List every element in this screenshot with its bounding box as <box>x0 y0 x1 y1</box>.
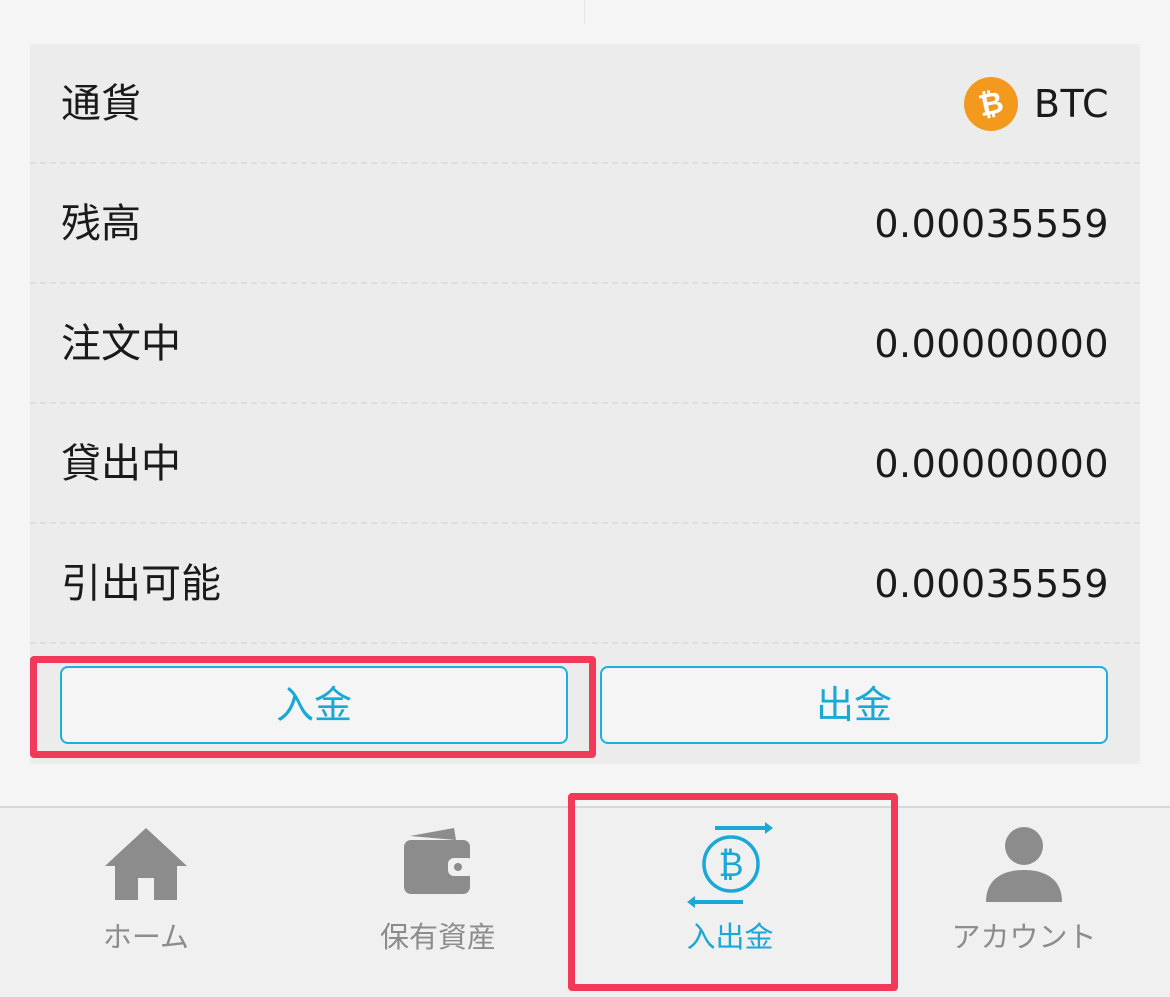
lending-label: 貸出中 <box>61 441 181 487</box>
home-icon <box>105 828 187 900</box>
tab-home[interactable]: ホーム <box>0 808 292 997</box>
balance-label: 残高 <box>61 201 141 247</box>
bitcoin-icon: ₿ <box>958 71 1023 137</box>
in-order-label: 注文中 <box>61 321 181 367</box>
withdrawable-value: 0.00035559 <box>874 562 1109 606</box>
balance-card: 通貨 ₿ BTC 残高 0.00035559 注文中 0.00000000 貸出… <box>30 44 1140 764</box>
balance-value: 0.00035559 <box>874 202 1109 246</box>
currency-value-group: ₿ BTC <box>958 44 1109 164</box>
tab-transfer[interactable]: ₿ 入出金 <box>584 808 876 997</box>
bitcoin-transfer-icon: ₿ <box>687 822 773 908</box>
tab-account[interactable]: アカウント <box>878 808 1170 997</box>
bottom-tab-bar: ホーム 保有資産 ₿ 入出金 アカウント <box>0 806 1170 997</box>
currency-row: 通貨 ₿ BTC <box>30 44 1140 164</box>
withdraw-button[interactable]: 出金 <box>600 666 1108 744</box>
currency-label: 通貨 <box>61 81 141 127</box>
deposit-button[interactable]: 入金 <box>60 666 568 744</box>
tab-home-label: ホーム <box>102 920 190 954</box>
balance-row: 残高 0.00035559 <box>30 164 1140 284</box>
tab-account-label: アカウント <box>951 920 1097 954</box>
tab-assets-label: 保有資産 <box>379 920 496 954</box>
tab-transfer-label: 入出金 <box>686 920 774 954</box>
withdrawable-label: 引出可能 <box>61 561 221 607</box>
tab-assets[interactable]: 保有資産 <box>292 808 584 997</box>
currency-value: BTC <box>1033 82 1109 126</box>
svg-text:₿: ₿ <box>718 845 743 885</box>
wallet-icon <box>404 828 474 894</box>
lending-value: 0.00000000 <box>874 442 1109 486</box>
in-order-row: 注文中 0.00000000 <box>30 284 1140 404</box>
person-icon <box>986 827 1062 902</box>
in-order-value: 0.00000000 <box>874 322 1109 366</box>
lending-row: 貸出中 0.00000000 <box>30 404 1140 524</box>
top-divider <box>584 0 585 24</box>
withdrawable-row: 引出可能 0.00035559 <box>30 524 1140 644</box>
